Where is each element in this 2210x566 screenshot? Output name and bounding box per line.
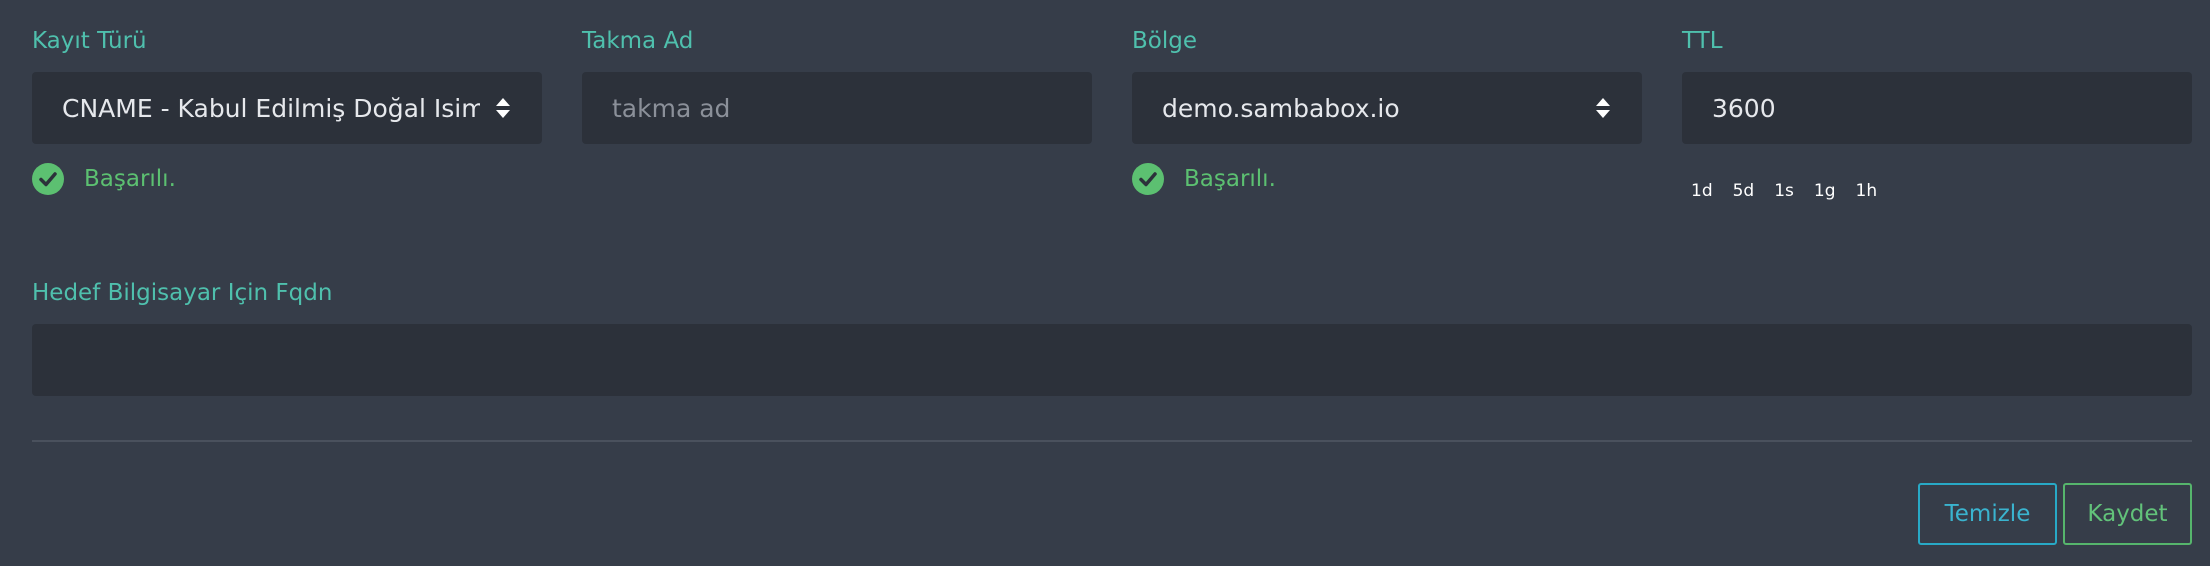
ttl-field: TTL 3600 1d 5d 1s 1g 1h xyxy=(1682,26,2192,206)
dns-record-form: Kayıt Türü CNAME - Kabul Edilmiş Doğal I… xyxy=(0,0,2210,566)
zone-field: Bölge demo.sambabox.io Başarılı. xyxy=(1132,26,1642,206)
sort-caret-icon xyxy=(1596,98,1610,118)
alias-field: Takma Ad takma ad xyxy=(582,26,1092,156)
sort-caret-icon xyxy=(496,98,510,118)
ttl-shortcuts: 1d 5d 1s 1g 1h xyxy=(1682,181,1897,201)
record-type-label: Kayıt Türü xyxy=(32,28,147,54)
record-type-validation: Başarılı. xyxy=(32,163,176,195)
zone-value: demo.sambabox.io xyxy=(1162,93,1400,123)
ttl-shortcut-1g[interactable]: 1g xyxy=(1814,181,1836,201)
target-fqdn-field: Hedef Bilgisayar Için Fqdn xyxy=(32,278,2192,408)
zone-select[interactable]: demo.sambabox.io xyxy=(1132,72,1642,144)
ttl-value: 3600 xyxy=(1712,93,1776,123)
zone-validation: Başarılı. xyxy=(1132,163,1276,195)
check-circle-icon xyxy=(1132,163,1164,195)
alias-placeholder: takma ad xyxy=(612,93,731,123)
record-type-value: CNAME - Kabul Edilmiş Doğal Isim xyxy=(62,93,480,123)
check-circle-icon xyxy=(32,163,64,195)
ttl-shortcut-1d[interactable]: 1d xyxy=(1691,181,1713,201)
record-type-field: Kayıt Türü CNAME - Kabul Edilmiş Doğal I… xyxy=(32,26,542,206)
ttl-input[interactable]: 3600 xyxy=(1682,72,2192,144)
record-type-validation-text: Başarılı. xyxy=(84,166,176,192)
alias-label: Takma Ad xyxy=(582,28,694,54)
clear-button[interactable]: Temizle xyxy=(1918,483,2057,545)
form-divider xyxy=(32,440,2192,442)
target-fqdn-label: Hedef Bilgisayar Için Fqdn xyxy=(32,280,333,306)
target-fqdn-input[interactable] xyxy=(32,324,2192,396)
ttl-shortcut-1s[interactable]: 1s xyxy=(1774,181,1794,201)
ttl-shortcut-5d[interactable]: 5d xyxy=(1733,181,1755,201)
ttl-shortcut-1h[interactable]: 1h xyxy=(1856,181,1878,201)
zone-label: Bölge xyxy=(1132,28,1197,54)
ttl-label: TTL xyxy=(1682,28,1723,54)
alias-input[interactable]: takma ad xyxy=(582,72,1092,144)
record-type-select[interactable]: CNAME - Kabul Edilmiş Doğal Isim xyxy=(32,72,542,144)
zone-validation-text: Başarılı. xyxy=(1184,166,1276,192)
save-button[interactable]: Kaydet xyxy=(2063,483,2192,545)
